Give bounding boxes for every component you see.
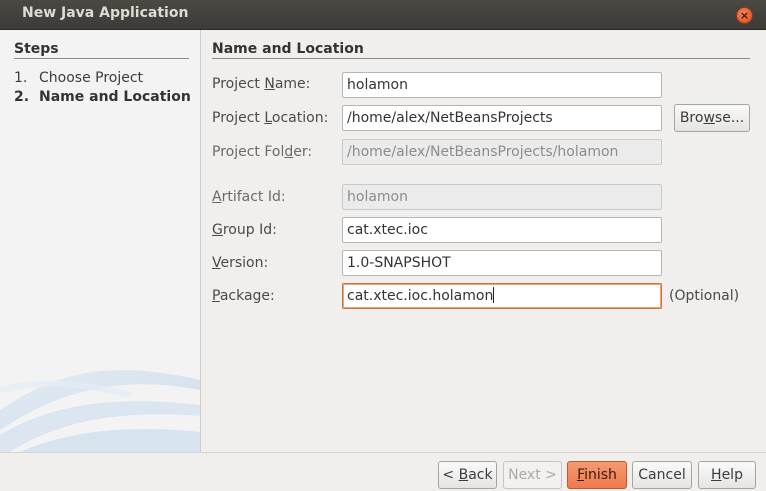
version-label: Version:	[212, 255, 269, 271]
project-folder-label: Project Folder:	[212, 144, 313, 160]
close-button[interactable]: ×	[736, 7, 753, 24]
group-id-label: Group Id:	[212, 222, 277, 238]
window-title: New Java Application	[22, 5, 189, 21]
step-name-and-location: 2. Name and Location	[14, 89, 191, 105]
optional-note: (Optional)	[669, 288, 740, 304]
step-label: Name and Location	[39, 89, 191, 105]
text-caret	[493, 287, 495, 303]
project-name-label: Project Name:	[212, 76, 311, 92]
group-id-field[interactable]: cat.xtec.ioc	[342, 217, 662, 243]
panel-divider	[212, 58, 750, 59]
back-button[interactable]: < Back	[438, 461, 497, 489]
panel-heading: Name and Location	[212, 41, 364, 57]
package-label: Package:	[212, 288, 275, 304]
steps-divider	[14, 58, 189, 59]
step-number: 2.	[14, 89, 30, 105]
close-icon: ×	[739, 9, 750, 22]
steps-panel: Steps 1. Choose Project 2. Name and Locati…	[0, 30, 201, 452]
project-location-field[interactable]: /home/alex/NetBeansProjects	[342, 105, 662, 131]
steps-heading: Steps	[14, 41, 59, 57]
step-number: 1.	[14, 70, 28, 86]
project-location-label: Project Location:	[212, 110, 329, 126]
cancel-button[interactable]: Cancel	[632, 461, 692, 489]
artifact-id-label: Artifact Id:	[212, 189, 286, 205]
browse-button[interactable]: Browse...	[674, 104, 750, 132]
finish-button[interactable]: Finish	[567, 461, 627, 489]
name-location-panel: Name and Location Project Name: holamon …	[212, 30, 766, 452]
package-value: cat.xtec.ioc.holamon	[347, 288, 494, 304]
step-choose-project: 1. Choose Project	[14, 70, 143, 86]
project-folder-field: /home/alex/NetBeansProjects/holamon	[342, 139, 662, 165]
footer-divider	[0, 452, 766, 453]
step-label: Choose Project	[39, 70, 144, 86]
wizard-dialog: Steps 1. Choose Project 2. Name and Locati…	[0, 30, 766, 491]
wizard-decoration-graphic	[0, 370, 200, 452]
artifact-id-field: holamon	[342, 184, 662, 210]
next-button[interactable]: Next >	[503, 461, 562, 489]
help-button[interactable]: Help	[698, 461, 756, 489]
version-field[interactable]: 1.0-SNAPSHOT	[342, 250, 662, 276]
package-field[interactable]: cat.xtec.ioc.holamon	[342, 283, 662, 309]
project-name-field[interactable]: holamon	[342, 72, 662, 98]
window-titlebar: New Java Application ×	[0, 0, 766, 30]
